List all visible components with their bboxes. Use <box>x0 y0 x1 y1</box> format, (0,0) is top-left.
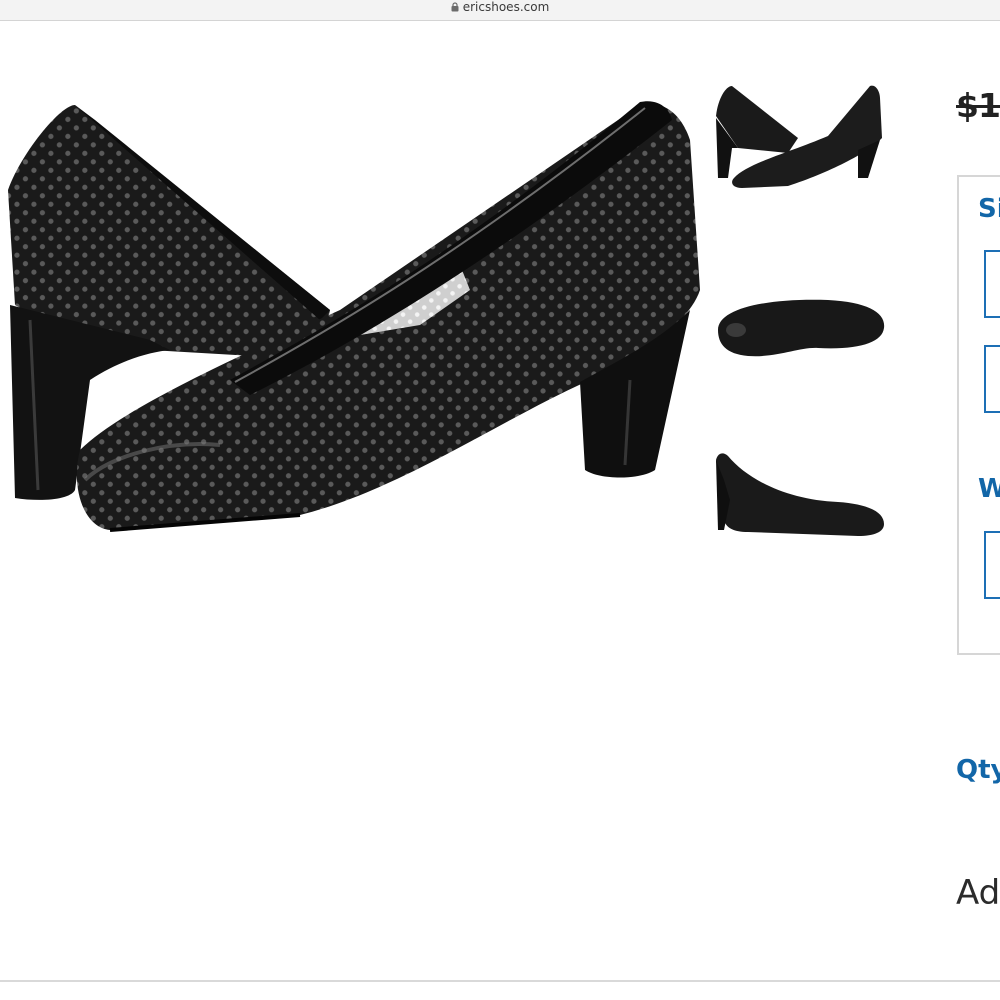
pump-pair-thumbnail-image <box>716 85 882 188</box>
pump-side-thumbnail-image <box>716 453 884 536</box>
size-option-button[interactable] <box>984 345 1000 413</box>
lock-icon <box>451 2 459 12</box>
thumbnail-sole[interactable] <box>708 278 892 380</box>
page-divider <box>0 980 1000 982</box>
url-text: ericshoes.com <box>462 0 550 14</box>
width-heading: W <box>978 474 1000 504</box>
size-heading: Si <box>978 194 1000 224</box>
size-option-button[interactable] <box>984 250 1000 318</box>
thumbnail-pair[interactable] <box>708 78 892 196</box>
product-price: $15 <box>956 86 1000 125</box>
width-option-button[interactable] <box>984 531 1000 599</box>
pump-sole-thumbnail-image <box>718 299 885 357</box>
browser-address-bar[interactable]: ericshoes.com <box>0 0 1000 21</box>
thumbnail-side[interactable] <box>708 440 892 552</box>
main-product-image <box>8 101 701 532</box>
add-to-cart-button[interactable]: Ad <box>956 873 1000 913</box>
quantity-label: Qty <box>956 755 1000 785</box>
